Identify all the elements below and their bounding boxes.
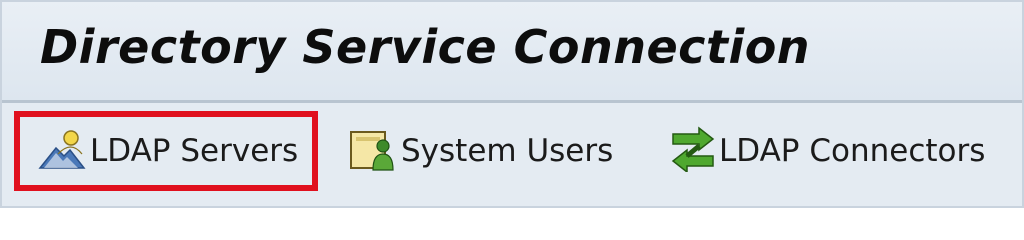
ldap-server-icon xyxy=(36,128,88,175)
ldap-connector-icon xyxy=(669,125,717,177)
system-user-icon xyxy=(347,126,399,177)
ldap-servers-label: LDAP Servers xyxy=(90,133,299,169)
page-title: Directory Service Connection xyxy=(40,20,811,74)
title-bar: Directory Service Connection xyxy=(2,2,1022,100)
ldap-servers-button[interactable]: LDAP Servers xyxy=(14,111,318,191)
application-toolbar: LDAP Servers System Users LDAP Connector… xyxy=(2,103,1022,206)
ldap-connectors-label: LDAP Connectors xyxy=(719,133,986,169)
directory-service-window: Directory Service Connection LDAP Server… xyxy=(0,0,1024,208)
system-users-button[interactable]: System Users xyxy=(347,113,613,189)
system-users-label: System Users xyxy=(401,133,614,169)
ldap-connectors-button[interactable]: LDAP Connectors xyxy=(669,113,985,189)
